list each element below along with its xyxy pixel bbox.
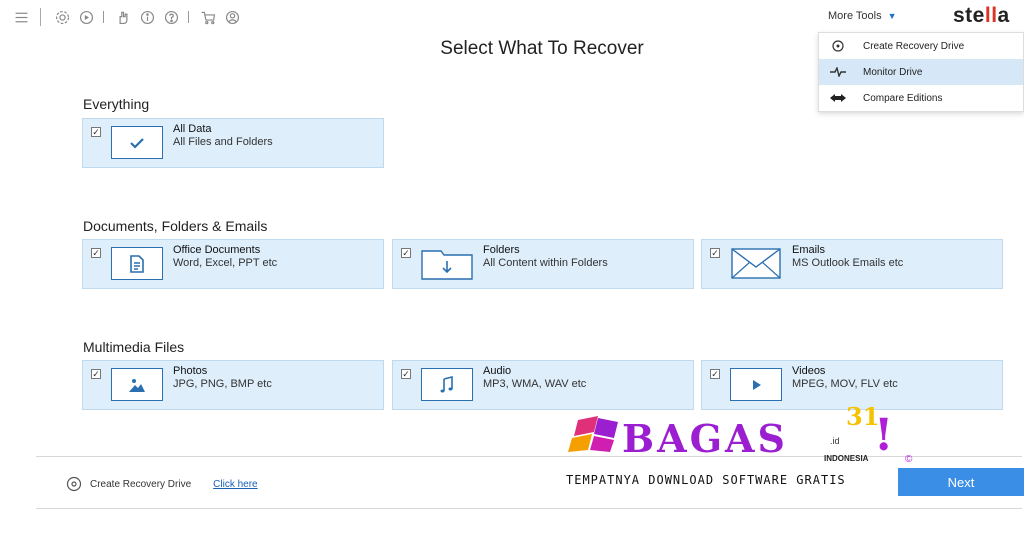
compare-editions-icon <box>829 93 847 103</box>
brand-suffix: a <box>997 4 1010 27</box>
card-title: All Data <box>173 123 212 135</box>
menu-item-monitor-drive[interactable]: Monitor Drive <box>819 59 1023 85</box>
more-tools-menu-button[interactable]: More Tools ▼ <box>828 10 897 22</box>
toolbar-separator <box>40 8 41 26</box>
scan-icon[interactable] <box>75 6 97 28</box>
checkbox-photos[interactable]: ✓ <box>91 369 101 379</box>
card-title: Office Documents <box>173 244 261 256</box>
photo-icon <box>111 368 163 401</box>
monitor-drive-icon <box>829 67 847 77</box>
card-title: Videos <box>792 365 826 377</box>
more-tools-label: More Tools <box>828 10 882 22</box>
watermark-domain: .id <box>830 436 840 446</box>
footer-recovery: Create Recovery Drive Click here <box>66 476 258 492</box>
card-title: Folders <box>483 244 520 256</box>
click-here-link[interactable]: Click here <box>213 479 257 490</box>
card-subtitle: All Content within Folders <box>483 257 608 269</box>
checkbox-all-data[interactable]: ✓ <box>91 127 101 137</box>
card-subtitle: MP3, WMA, WAV etc <box>483 378 587 390</box>
gear-icon[interactable] <box>51 6 73 28</box>
folder-icon <box>421 247 473 280</box>
card-office-documents[interactable]: ✓ Office Documents Word, Excel, PPT etc <box>82 239 384 289</box>
hand-icon[interactable] <box>112 6 134 28</box>
card-subtitle: MS Outlook Emails etc <box>792 257 904 269</box>
bagas31-logo-icon <box>568 416 618 452</box>
card-subtitle: All Files and Folders <box>173 136 273 148</box>
cart-icon[interactable] <box>197 6 219 28</box>
card-emails[interactable]: ✓ Emails MS Outlook Emails etc <box>701 239 1003 289</box>
watermark-country: INDONESIA <box>824 454 869 463</box>
card-subtitle: MPEG, MOV, FLV etc <box>792 378 898 390</box>
card-title: Emails <box>792 244 826 256</box>
checkbox-office-documents[interactable]: ✓ <box>91 248 101 258</box>
menu-item-label: Monitor Drive <box>863 66 923 78</box>
recovery-drive-icon <box>66 476 82 492</box>
brand-logo: stella <box>953 4 1010 28</box>
toolbar-separator <box>103 11 104 23</box>
section-label-documents: Documents, Folders & Emails <box>83 218 268 234</box>
card-subtitle: JPG, PNG, BMP etc <box>173 378 272 390</box>
chevron-down-icon: ▼ <box>887 11 897 21</box>
menu-item-compare-editions[interactable]: Compare Editions <box>819 85 1023 111</box>
card-title: Photos <box>173 365 208 377</box>
hamburger-icon[interactable] <box>10 6 32 28</box>
next-button[interactable]: Next <box>898 468 1024 496</box>
watermark: BAGAS 31 .id INDONESIA ! © TEMPATNYA DOW… <box>560 400 912 500</box>
card-folders[interactable]: ✓ Folders All Content within Folders <box>392 239 694 289</box>
card-subtitle: Word, Excel, PPT etc <box>173 257 278 269</box>
checkbox-folders[interactable]: ✓ <box>401 248 411 258</box>
card-photos[interactable]: ✓ Photos JPG, PNG, BMP etc <box>82 360 384 410</box>
user-icon[interactable] <box>221 6 243 28</box>
music-note-icon <box>421 368 473 401</box>
toolbar-separator <box>188 11 189 23</box>
section-label-multimedia: Multimedia Files <box>83 339 185 355</box>
brand-accent: ll <box>984 4 998 27</box>
watermark-tagline: TEMPATNYA DOWNLOAD SOFTWARE GRATIS <box>566 473 846 487</box>
footer-divider-bottom <box>36 508 1022 509</box>
brand-prefix: ste <box>953 4 985 27</box>
document-icon <box>111 247 163 280</box>
watermark-copyright: © <box>905 454 913 465</box>
help-icon[interactable] <box>160 6 182 28</box>
checkbox-videos[interactable]: ✓ <box>710 369 720 379</box>
page-title: Select What To Recover <box>440 38 644 59</box>
checkbox-emails[interactable]: ✓ <box>710 248 720 258</box>
section-label-everything: Everything <box>83 96 150 112</box>
menu-item-label: Compare Editions <box>863 92 943 104</box>
checkbox-audio[interactable]: ✓ <box>401 369 411 379</box>
check-icon <box>111 126 163 159</box>
watermark-main-text: BAGAS <box>622 416 788 461</box>
play-icon <box>730 368 782 401</box>
info-icon[interactable] <box>136 6 158 28</box>
card-all-data[interactable]: ✓ All Data All Files and Folders <box>82 118 384 168</box>
watermark-exclamation: ! <box>874 410 894 461</box>
create-recovery-drive-label: Create Recovery Drive <box>90 478 192 490</box>
email-icon <box>730 247 782 280</box>
card-title: Audio <box>483 365 512 377</box>
